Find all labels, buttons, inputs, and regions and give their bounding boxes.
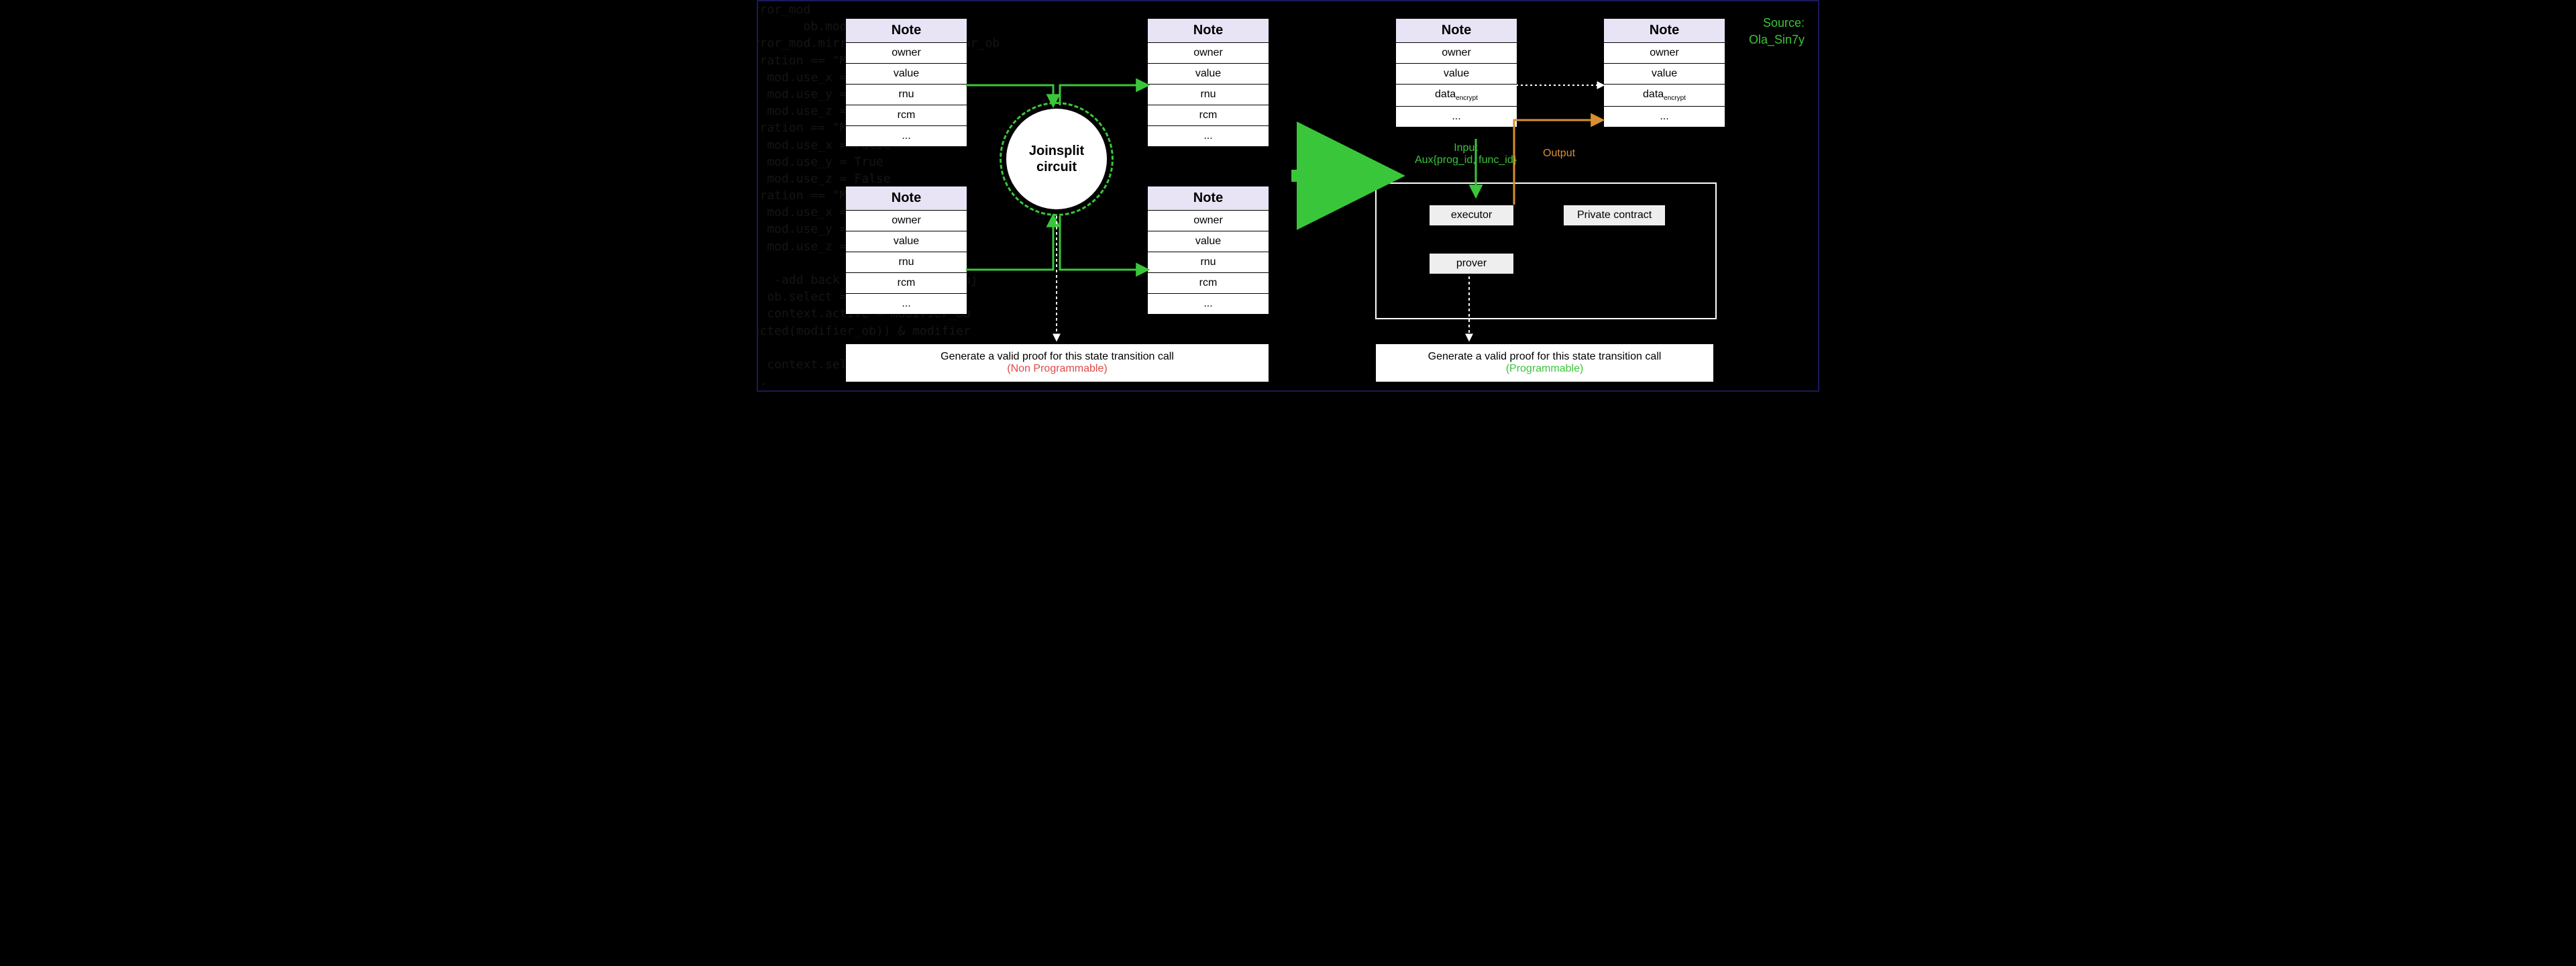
note-input-a: Note owner value rnu rcm ... (845, 18, 967, 147)
note-prog-output: Note owner value dataencrypt ... (1603, 18, 1725, 127)
proof-box-prog: Generate a valid proof for this state tr… (1375, 343, 1714, 382)
diagram-canvas: irror_mod ob.modifiers_new("m rror_mod.m… (757, 0, 1819, 392)
prover-box: prover (1429, 253, 1514, 274)
proof-box-nonprog: Generate a valid proof for this state tr… (845, 343, 1269, 382)
label-output: Output (1543, 148, 1575, 160)
executor-box: executor (1429, 205, 1514, 226)
joinsplit-circle: Joinsplitcircuit (1000, 102, 1114, 216)
note-output-b: Note owner value rnu rcm ... (1147, 186, 1269, 315)
private-contract-box: Private contract (1563, 205, 1666, 226)
note-output-a: Note owner value rnu rcm ... (1147, 18, 1269, 147)
executor-frame (1375, 182, 1717, 319)
label-input: InputAux{prog_id, func_id} (1382, 142, 1550, 166)
note-input-b: Note owner value rnu rcm ... (845, 186, 967, 315)
note-prog-input: Note owner value dataencrypt ... (1395, 18, 1517, 127)
source-credit: Source: Ola_Sin7y (1749, 15, 1805, 48)
